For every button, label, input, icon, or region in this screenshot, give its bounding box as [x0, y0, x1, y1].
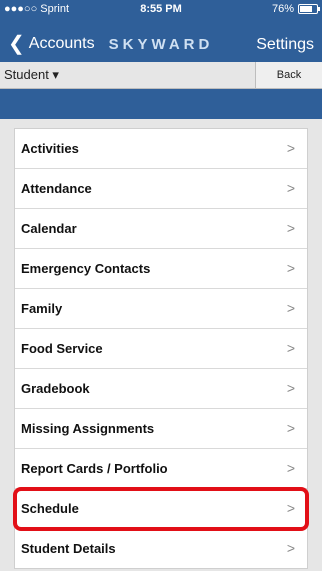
menu-item-label: Student Details: [21, 541, 116, 556]
settings-button[interactable]: Settings: [256, 36, 314, 54]
menu-item-label: Gradebook: [21, 381, 90, 396]
chevron-right-icon: >: [286, 380, 295, 396]
menu-item-gradebook[interactable]: Gradebook >: [15, 369, 307, 409]
menu-item-label: Food Service: [21, 341, 103, 356]
menu-item-label: Activities: [21, 141, 79, 156]
menu-item-attendance[interactable]: Attendance >: [15, 169, 307, 209]
chevron-right-icon: >: [286, 220, 295, 236]
top-bar: ●●●○○ Sprint 8:55 PM 76% ❮ Accounts SKYW…: [0, 0, 322, 62]
menu-item-label: Calendar: [21, 221, 77, 236]
menu-item-emergency-contacts[interactable]: Emergency Contacts >: [15, 249, 307, 289]
battery-icon: [298, 4, 320, 14]
menu-item-label: Emergency Contacts: [21, 261, 151, 276]
menu-item-family[interactable]: Family >: [15, 289, 307, 329]
menu-item-report-cards-portfolio[interactable]: Report Cards / Portfolio >: [15, 449, 307, 489]
chevron-right-icon: >: [286, 260, 295, 276]
back-button[interactable]: Back: [255, 62, 322, 88]
menu-item-label: Attendance: [21, 181, 92, 196]
menu-item-calendar[interactable]: Calendar >: [15, 209, 307, 249]
navigation-bar: ❮ Accounts SKYWARD Settings: [0, 28, 322, 62]
status-right: 76%: [271, 3, 320, 15]
chevron-right-icon: >: [286, 340, 295, 356]
chevron-right-icon: >: [286, 540, 295, 556]
menu-item-schedule[interactable]: Schedule >: [13, 487, 309, 531]
menu-item-label: Report Cards / Portfolio: [21, 461, 168, 476]
menu-item-label: Schedule: [21, 501, 79, 516]
student-dropdown[interactable]: Student ▾: [4, 67, 59, 83]
status-bar: ●●●○○ Sprint 8:55 PM 76%: [0, 0, 322, 20]
chevron-right-icon: >: [286, 460, 295, 476]
menu-item-student-details[interactable]: Student Details >: [15, 529, 307, 568]
header-band: [0, 89, 322, 119]
menu-item-label: Family: [21, 301, 63, 316]
chevron-right-icon: >: [286, 180, 295, 196]
menu-item-missing-assignments[interactable]: Missing Assignments >: [15, 409, 307, 449]
chevron-right-icon: >: [286, 300, 295, 316]
menu-list: Activities > Attendance > Calendar > Eme…: [13, 128, 309, 569]
menu-item-food-service[interactable]: Food Service >: [15, 329, 307, 369]
menu-item-activities[interactable]: Activities >: [15, 129, 307, 169]
chevron-right-icon: >: [286, 500, 295, 516]
chevron-right-icon: >: [286, 420, 295, 436]
menu-item-label: Missing Assignments: [21, 421, 155, 436]
chevron-right-icon: >: [286, 140, 295, 156]
battery-text: 76%: [271, 3, 294, 15]
sub-toolbar: Student ▾ Back: [0, 62, 322, 89]
